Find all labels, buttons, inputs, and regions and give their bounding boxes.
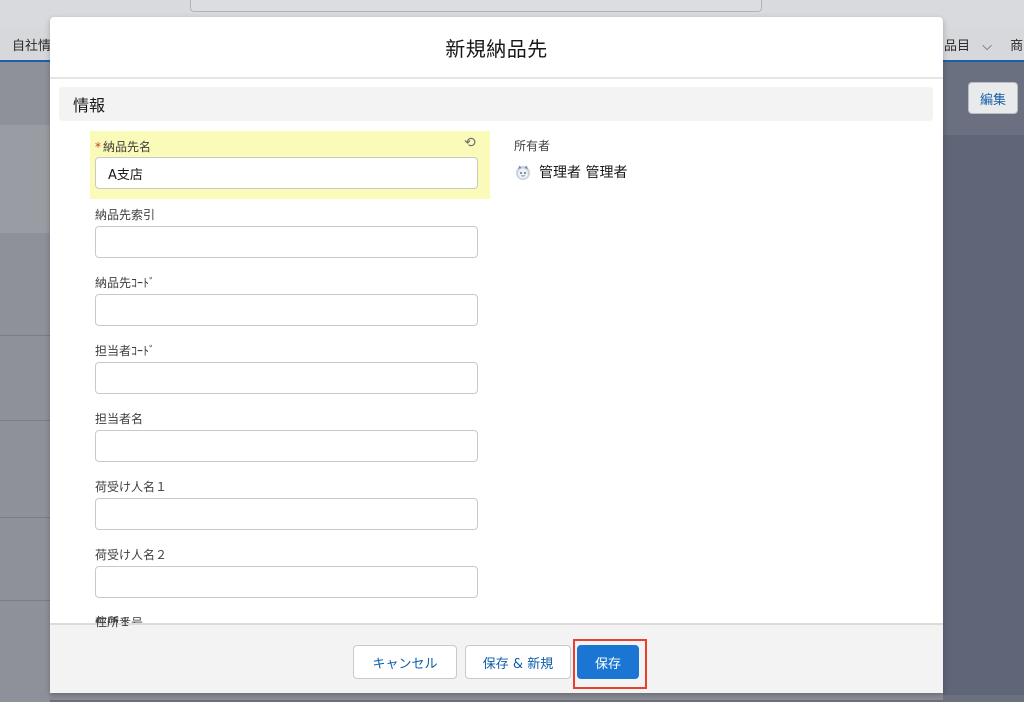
nav-item-extra: 商 [1010, 39, 1024, 54]
required-mark: * [95, 140, 101, 154]
right-form-column: 所有者 管理者 管理者 [514, 137, 627, 182]
field-staff-code: 担当者ｺｰﾄﾞ [90, 339, 490, 409]
field-label-consignee-1: 荷受け人名１ [95, 480, 168, 494]
staff-name-input[interactable] [95, 430, 478, 462]
consignee-1-input[interactable] [95, 498, 478, 530]
field-delivery-code: 納品先ｺｰﾄﾞ [90, 271, 490, 341]
edit-button: 編集 [968, 82, 1018, 114]
field-delivery-name: * 納品先名 ⟲ [90, 131, 490, 199]
field-consignee-1: 荷受け人名１ [90, 475, 490, 545]
nav-item-company-info: 自社情 [12, 39, 52, 54]
field-label-address-1: 住所１ [95, 615, 132, 629]
divider [0, 420, 50, 421]
field-label-delivery-code: 納品先ｺｰﾄﾞ [95, 276, 156, 290]
nav-item-products-label: 品目 [944, 39, 971, 54]
section-header-info[interactable]: 情報 [59, 87, 933, 121]
field-delivery-index: 納品先索引 [90, 203, 490, 273]
delivery-code-input[interactable] [95, 294, 478, 326]
divider [0, 335, 50, 336]
field-label-text: 納品先名 [103, 140, 152, 154]
background-left-card [0, 125, 50, 233]
global-search-box [190, 0, 762, 12]
owner-name: 管理者 管理者 [539, 165, 628, 181]
field-label-staff-code: 担当者ｺｰﾄﾞ [95, 344, 156, 358]
owner-value: 管理者 管理者 [514, 162, 627, 182]
undo-icon[interactable]: ⟲ [464, 135, 476, 151]
divider [0, 517, 50, 518]
user-avatar-icon [516, 165, 530, 180]
background-right-card [943, 135, 1024, 695]
save-and-new-button[interactable]: 保存 & 新規 [465, 645, 571, 679]
field-label-delivery-name: * 納品先名 [95, 138, 151, 155]
delivery-name-input[interactable] [95, 157, 478, 189]
save-button[interactable]: 保存 [577, 645, 639, 679]
staff-code-input[interactable] [95, 362, 478, 394]
cancel-button[interactable]: キャンセル [353, 645, 457, 679]
consignee-2-input[interactable] [95, 566, 478, 598]
field-staff-name: 担当者名 [90, 407, 490, 477]
new-delivery-modal: 新規納品先 情報 *納品先名 ⟲ 納品先索引 納品先ｺｰﾄﾞ 担当者ｺｰﾄﾞ 担… [50, 17, 943, 693]
chevron-down-icon: ⌵ [982, 39, 993, 54]
field-label-delivery-index: 納品先索引 [95, 208, 156, 222]
delivery-index-input[interactable] [95, 226, 478, 258]
field-consignee-2: 荷受け人名２ [90, 543, 490, 613]
owner-label: 所有者 [514, 139, 551, 153]
nav-item-products: 品目 ⌵ 商 [944, 35, 1023, 54]
divider [0, 600, 50, 601]
modal-title: 新規納品先 [445, 36, 548, 61]
modal-footer: 住所１ キャンセル 保存 & 新規 保存 [50, 615, 943, 693]
section-title: 情報 [73, 96, 106, 115]
modal-header: 新規納品先 [50, 17, 943, 79]
field-label-consignee-2: 荷受け人名２ [95, 548, 168, 562]
field-label-staff-name: 担当者名 [95, 412, 144, 426]
